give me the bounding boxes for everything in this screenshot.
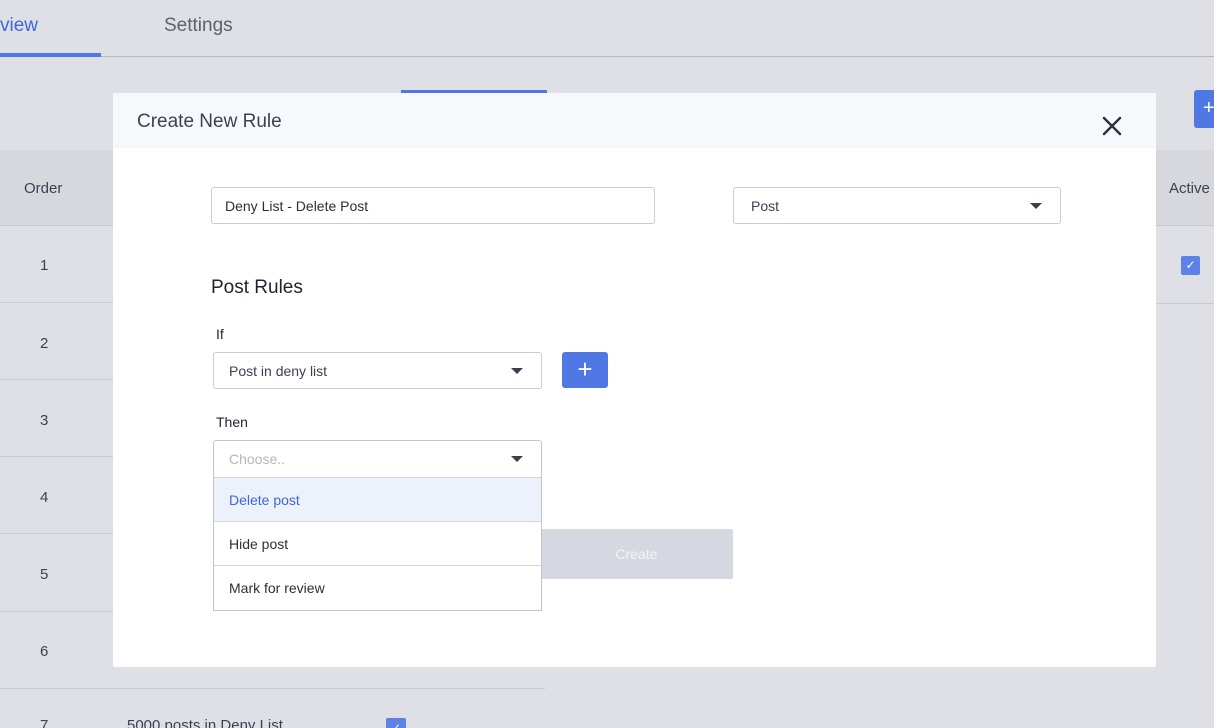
row-rule-name: 5000 posts in Deny List — [127, 717, 283, 728]
rule-type-value: Post — [751, 197, 780, 214]
dropdown-option-hide-post[interactable]: Hide post — [214, 521, 541, 565]
active-tab-indicator — [0, 53, 101, 57]
add-condition-button[interactable]: + — [562, 352, 608, 388]
row-order: 1 — [40, 257, 49, 274]
caret-down-icon — [511, 367, 523, 374]
dropdown-option-delete-post[interactable]: Delete post — [214, 477, 541, 521]
add-rule-button[interactable]: + — [1194, 90, 1214, 128]
then-label: Then — [216, 414, 248, 430]
close-icon[interactable] — [1099, 113, 1125, 139]
then-placeholder: Choose.. — [229, 451, 286, 467]
row-order: 3 — [40, 412, 49, 429]
create-button[interactable]: Create — [540, 529, 733, 579]
rule-name-input[interactable]: Deny List - Delete Post — [211, 187, 655, 224]
caret-down-icon — [511, 456, 523, 462]
active-checkbox[interactable]: ✓ — [386, 718, 406, 728]
create-rule-modal: Create New Rule Deny List - Delete Post … — [113, 93, 1156, 667]
if-label: If — [216, 326, 224, 342]
modal-title: Create New Rule — [137, 111, 282, 132]
tab-overview[interactable]: view — [0, 15, 38, 37]
row-order: 7 — [40, 717, 49, 728]
rule-type-select[interactable]: Post — [733, 187, 1061, 224]
row-order: 2 — [40, 335, 49, 352]
active-checkbox[interactable]: ✓ — [1181, 256, 1200, 275]
dropdown-option-mark-for-review[interactable]: Mark for review — [214, 565, 541, 609]
row-order: 6 — [40, 643, 49, 660]
then-action-dropdown: Delete post Hide post Mark for review — [213, 477, 542, 611]
caret-down-icon — [1030, 202, 1042, 209]
column-header-order: Order — [24, 180, 63, 197]
section-title: Post Rules — [211, 277, 303, 298]
if-condition-select[interactable]: Post in deny list — [213, 352, 542, 389]
tab-bar: view Settings — [0, 0, 1214, 57]
then-action-select[interactable]: Choose.. — [213, 440, 542, 478]
modal-header: Create New Rule — [113, 93, 1156, 148]
rule-name-value: Deny List - Delete Post — [225, 197, 369, 214]
row-order: 4 — [40, 489, 49, 506]
row-divider — [1157, 303, 1214, 304]
column-header-active: Active — [1169, 180, 1210, 197]
tab-settings[interactable]: Settings — [164, 15, 233, 37]
row-order: 5 — [40, 566, 49, 583]
if-condition-value: Post in deny list — [229, 362, 328, 379]
